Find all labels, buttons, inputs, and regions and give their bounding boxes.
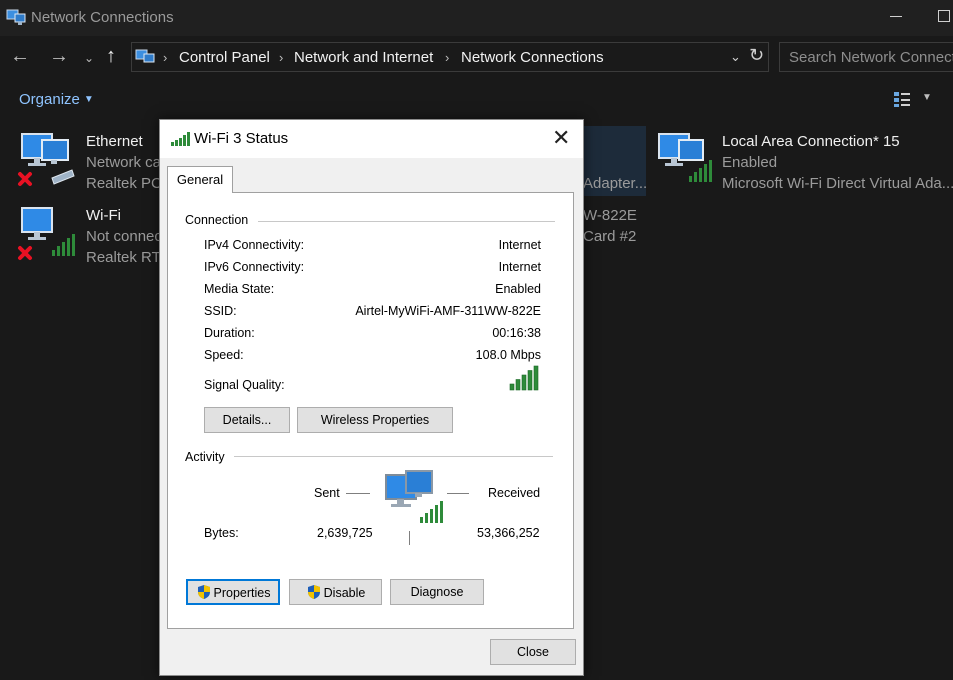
wifi-signal-icon [171,132,190,146]
connection-group-label: Connection [185,213,255,227]
disable-button[interactable]: Disable [289,579,382,605]
ipv6-value: Internet [498,260,541,274]
connection-status: Network ca [86,154,162,171]
ssid-label: SSID: [204,304,237,318]
network-connections-icon [6,9,26,25]
connection-name: Ethernet [86,133,143,150]
ipv6-label: IPv6 Connectivity: [204,260,305,274]
view-options-caret-icon[interactable]: ▼ [922,92,932,103]
wifi-direct-adapter-icon[interactable] [653,130,713,190]
speed-label: Speed: [204,348,244,362]
ethernet-adapter-icon[interactable] [16,130,76,190]
recent-locations-chevron-icon[interactable]: ⌄ [84,48,94,68]
change-view-icon[interactable] [893,90,911,108]
properties-button-label: Properties [213,586,271,600]
close-button[interactable]: Close [490,639,576,665]
connection-status: Not connec [86,228,162,245]
general-tab-panel: Connection IPv4 Connectivity: Internet I… [167,192,574,629]
properties-button[interactable]: Properties [186,579,280,605]
connection-device: Adapter... [583,175,648,192]
signal-bar [515,379,521,391]
sent-line [346,493,370,494]
signal-bar [509,383,515,391]
connection-name: Wi-Fi [86,207,121,224]
organize-menu[interactable]: Organize ▼ [19,91,94,108]
wifi-status-dialog: Wi-Fi 3 Status ✕ General Connection IPv4… [159,119,584,676]
connection-device: Realtek RTL [86,249,170,266]
up-arrow-icon[interactable]: ↑ [106,46,116,66]
details-button[interactable]: Details... [204,407,290,433]
connection-device: Realtek PCI [86,175,167,192]
signal-bar [527,370,533,391]
activity-divider [409,531,410,545]
speed-value: 108.0 Mbps [475,348,541,362]
ipv4-value: Internet [498,238,541,252]
signal-quality-bars-icon [509,365,539,391]
breadcrumb-separator-icon[interactable]: › [163,50,167,65]
duration-value: 00:16:38 [492,326,541,340]
caret-down-icon: ▼ [83,94,94,105]
breadcrumb-separator-icon[interactable]: › [445,50,449,65]
organize-label: Organize [19,91,80,108]
maximize-button[interactable] [938,10,950,22]
activity-computers-icon [385,470,443,523]
received-label: Received [488,486,541,500]
address-row: ← → ⌄ ↑ › Control Panel › Network and In… [0,36,953,80]
media-state-value: Enabled [495,282,541,296]
connection-status: Enabled [722,154,778,171]
activity-group-label: Activity [185,450,231,464]
media-state-label: Media State: [204,282,275,296]
connection-device: Card #2 [583,228,637,245]
signal-bar [521,374,527,391]
activity-group-rule [234,456,553,457]
connection-name: Local Area Connection* 15 [722,133,900,150]
diagnose-button[interactable]: Diagnose [390,579,484,605]
control-panel-icon [135,49,155,63]
bytes-received-value: 53,366,252 [477,526,540,540]
address-dropdown-chevron-icon[interactable]: ⌄ [730,49,741,65]
command-toolbar: Organize ▼ ▼ [0,80,953,120]
back-arrow-icon[interactable]: ← [10,46,30,66]
forward-arrow-icon[interactable]: → [49,46,69,66]
connection-device: Microsoft Wi-Fi Direct Virtual Ada... [722,175,953,192]
window-titlebar: Network Connections [0,0,953,36]
connection-group-rule [258,221,555,222]
ipv4-label: IPv4 Connectivity: [204,238,305,252]
uac-shield-icon [307,585,320,599]
dialog-titlebar: Wi-Fi 3 Status ✕ [160,120,583,158]
dialog-title: Wi-Fi 3 Status [194,130,289,147]
bytes-label: Bytes: [204,526,239,540]
tab-general[interactable]: General [167,166,233,193]
uac-shield-icon [197,585,210,599]
refresh-icon[interactable]: ↻ [749,45,764,66]
signal-bar [533,365,539,391]
breadcrumb-separator-icon[interactable]: › [279,50,283,65]
received-line [447,493,469,494]
wireless-properties-button[interactable]: Wireless Properties [297,407,453,433]
wifi-adapter-icon[interactable] [16,204,76,264]
signal-quality-label: Signal Quality: [204,378,285,392]
connection-status: W-822E [583,207,637,224]
dialog-close-icon[interactable]: ✕ [552,127,570,149]
minimize-button[interactable] [890,16,902,17]
search-box[interactable] [779,42,953,72]
bytes-sent-value: 2,639,725 [317,526,373,540]
window-title: Network Connections [31,9,174,26]
breadcrumb-control-panel[interactable]: Control Panel [179,49,270,66]
ssid-value: Airtel-MyWiFi-AMF-311WW-822E [355,304,541,318]
sent-label: Sent [314,486,340,500]
address-bar[interactable]: › Control Panel › Network and Internet ›… [131,42,769,72]
breadcrumb-network-and-internet[interactable]: Network and Internet [294,49,433,66]
disable-button-label: Disable [323,586,366,600]
search-input[interactable] [780,43,953,71]
breadcrumb-network-connections[interactable]: Network Connections [461,49,604,66]
error-x-icon [18,172,32,186]
tab-strip: General [167,166,575,193]
duration-label: Duration: [204,326,255,340]
